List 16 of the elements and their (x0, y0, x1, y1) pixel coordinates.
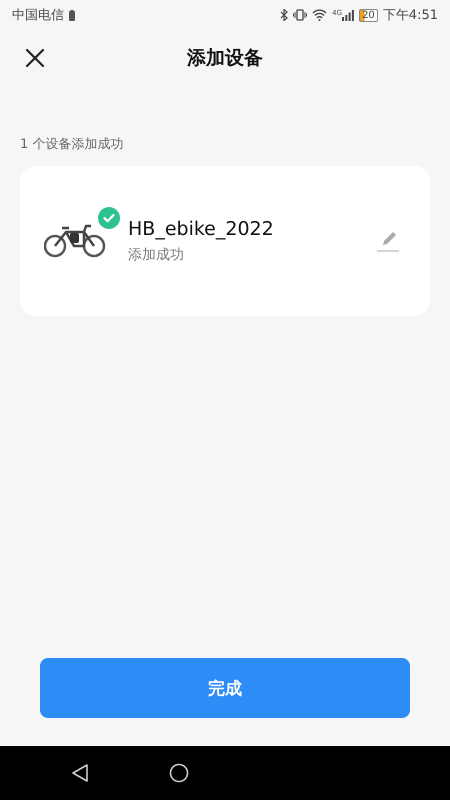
vibrate-icon (293, 9, 308, 21)
battery-icon (69, 10, 75, 20)
home-icon[interactable] (169, 763, 189, 783)
bicycle-icon (44, 224, 106, 258)
clock: 下午4:51 (382, 7, 438, 24)
carrier-name: 中国电信 (12, 7, 64, 24)
page-title: 添加设备 (187, 46, 263, 71)
bluetooth-icon (280, 9, 288, 21)
device-status: 添加成功 (128, 246, 185, 264)
wifi-icon (312, 9, 328, 21)
result-summary: 1 个设备添加成功 (20, 136, 124, 153)
close-icon[interactable] (25, 48, 45, 68)
back-icon[interactable] (71, 763, 89, 783)
done-button[interactable]: 完成 (40, 658, 410, 718)
signal-icon (342, 10, 354, 20)
device-name: HB_ebike_2022 (128, 218, 275, 240)
